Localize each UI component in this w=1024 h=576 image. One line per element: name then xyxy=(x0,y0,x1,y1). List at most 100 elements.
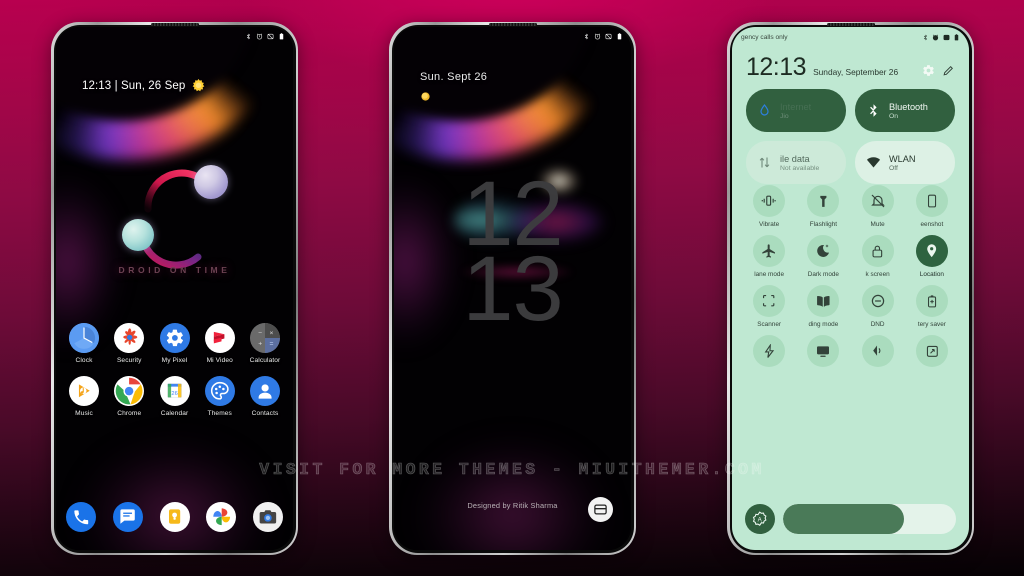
qtile-battery-saver[interactable]: tery saver xyxy=(905,285,959,328)
battery-icon xyxy=(953,33,960,42)
mobile-data-icon xyxy=(757,155,772,170)
battery-icon xyxy=(278,32,285,41)
wallet-card-icon[interactable] xyxy=(588,497,613,522)
app-label: Themes xyxy=(207,410,232,417)
phone2-screen: Sun. Sept 26 12 13 Designed by Ritik Sha… xyxy=(394,27,631,550)
qtile-reading-mode[interactable]: ding mode xyxy=(796,285,850,328)
earpiece-speaker xyxy=(150,23,199,26)
brightness-slider[interactable] xyxy=(783,504,956,534)
app-security[interactable]: Security xyxy=(109,323,149,364)
qtile-dark-mode[interactable]: Dark mode xyxy=(796,235,850,278)
qtile-vibrate[interactable]: Vibrate xyxy=(742,185,796,228)
qtile-airplane-mode[interactable]: lane mode xyxy=(742,235,796,278)
lockscreen-date: Sun. Sept 26 xyxy=(420,71,488,83)
video-icon xyxy=(204,323,235,353)
qtile-power-bolt[interactable] xyxy=(742,335,796,371)
mute-icon xyxy=(267,32,274,41)
scanner-icon xyxy=(753,285,786,317)
app-mi-video[interactable]: Mi Video xyxy=(200,323,240,364)
qtile-screen-rotate[interactable] xyxy=(905,335,959,371)
flashlight-icon xyxy=(807,185,840,217)
brand-text: DROID ON TIME xyxy=(118,265,231,275)
edit-pencil-icon[interactable] xyxy=(942,64,955,77)
notes-icon[interactable] xyxy=(159,502,190,532)
qtile-label: DND xyxy=(870,321,885,328)
messages-icon[interactable] xyxy=(112,502,143,532)
svg-text:−: − xyxy=(258,330,262,337)
phone1-screen: 12:13 | Sun, 26 Sep DROID ON TIME Clock … xyxy=(56,27,293,550)
dnd-icon xyxy=(861,285,894,317)
brightness-slider-fill xyxy=(783,504,905,534)
phone3-status-bar: gency calls only xyxy=(732,27,969,47)
airplane-icon xyxy=(753,235,786,267)
app-music[interactable]: Music xyxy=(64,376,104,417)
svg-text:26: 26 xyxy=(171,391,177,397)
qtile-label: ding mode xyxy=(808,321,839,328)
camera-icon[interactable] xyxy=(253,502,283,532)
svg-text:×: × xyxy=(270,330,274,337)
qtile-mute[interactable]: Mute xyxy=(851,185,905,228)
alarm-icon xyxy=(932,33,939,42)
app-label: Contacts xyxy=(251,410,279,417)
app-calendar[interactable]: 26 Calendar xyxy=(155,376,195,417)
battery-icon xyxy=(616,32,623,41)
earpiece-speaker xyxy=(488,23,537,26)
quick-settings-header: 12:13 Sunday, September 26 xyxy=(746,55,955,80)
tile-bluetooth[interactable]: Bluetooth On xyxy=(855,89,955,132)
qtile-scanner[interactable]: Scanner xyxy=(742,285,796,328)
photos-icon[interactable] xyxy=(206,502,237,532)
qtile-location[interactable]: Location xyxy=(905,235,959,278)
earpiece-speaker xyxy=(826,23,875,26)
qtile-nfc[interactable] xyxy=(851,335,905,371)
svg-text:=: = xyxy=(270,341,274,348)
app-clock[interactable]: Clock xyxy=(64,323,104,364)
tile-title: Internet xyxy=(780,101,812,112)
app-label: Security xyxy=(116,357,142,364)
water-drop-icon xyxy=(757,103,772,118)
tile-internet[interactable]: Internet Jio xyxy=(746,89,846,132)
qtile-label: tery saver xyxy=(917,321,946,328)
wifi-icon xyxy=(866,155,881,170)
gear-icon[interactable] xyxy=(922,64,935,77)
expand-corner-icon xyxy=(943,121,950,132)
app-calculator[interactable]: − × + = Calculator xyxy=(245,323,285,364)
qtile-label: k screen xyxy=(865,271,890,278)
tile-wlan[interactable]: WLAN Off xyxy=(855,141,955,184)
app-themes[interactable]: Themes xyxy=(200,376,240,417)
app-my-pixel[interactable]: My Pixel xyxy=(155,323,195,364)
phone-home-screen: 12:13 | Sun, 26 Sep DROID ON TIME Clock … xyxy=(51,22,298,555)
qtile-label: Location xyxy=(919,271,944,278)
tile-mobile-data[interactable]: ile data Not available xyxy=(746,141,846,184)
wallpaper-crescent-1 xyxy=(144,165,228,213)
bluetooth-icon xyxy=(583,32,590,41)
tile-title: WLAN xyxy=(889,153,916,164)
qtile-dnd[interactable]: DND xyxy=(851,285,905,328)
qtile-label: Flashlight xyxy=(809,221,838,228)
phone-icon[interactable] xyxy=(66,502,96,532)
qtile-cast-screen[interactable] xyxy=(796,335,850,371)
qtile-flashlight[interactable]: Flashlight xyxy=(796,185,850,228)
chrome-icon xyxy=(114,376,145,406)
reading-mode-icon xyxy=(807,285,840,317)
brightness-row: A xyxy=(745,504,956,534)
calendar-icon: 26 xyxy=(159,376,190,406)
screenshot-icon xyxy=(915,185,948,217)
qtile-lock-screen[interactable]: k screen xyxy=(851,235,905,278)
app-chrome[interactable]: Chrome xyxy=(109,376,149,417)
tile-title: Bluetooth xyxy=(889,101,928,112)
qtile-screenshot[interactable]: eenshot xyxy=(905,185,959,228)
security-icon xyxy=(114,323,145,353)
lockscreen-info: 12:13 | Sun, 26 Sep xyxy=(82,79,205,92)
app-contacts[interactable]: Contacts xyxy=(245,376,285,417)
music-icon xyxy=(69,376,99,406)
phone3-screen: gency calls only 12:13 Sunday, September… xyxy=(732,27,969,550)
app-label: Mi Video xyxy=(206,357,233,364)
tile-subtitle: Not available xyxy=(780,164,820,172)
wallpaper-crescent-2 xyxy=(122,219,204,269)
quick-tile-grid: Vibrate Flashlight Mute eenshot lane mod… xyxy=(742,185,959,371)
alarm-icon xyxy=(594,32,601,41)
sun-icon xyxy=(420,89,431,101)
qs-date: Sunday, September 26 xyxy=(813,66,899,77)
mute-icon xyxy=(605,32,612,41)
auto-brightness-icon[interactable]: A xyxy=(745,504,775,534)
